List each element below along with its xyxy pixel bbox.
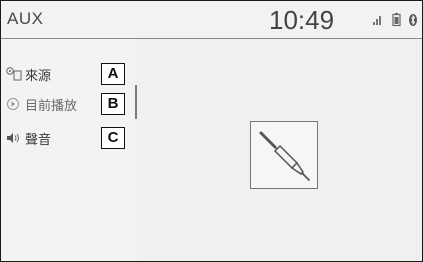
callout-label: B [101,93,125,115]
status-header: AUX 10:49 [1,1,422,39]
source-title: AUX [7,9,44,28]
menu-item-label: 來源 [25,69,52,84]
callout-label: A [101,63,125,85]
menu-item-label: 目前播放 [25,99,78,114]
speaker-icon [7,133,19,143]
menu-item-sound[interactable]: 聲音 C [1,125,137,153]
active-item-indicator [135,85,137,119]
menu-item-source[interactable]: 來源 A [1,61,137,89]
now-playing-area [138,39,422,261]
bluetooth-icon [409,14,417,26]
aux-art-tile [250,121,318,189]
now-playing-icon [7,98,19,110]
battery-icon [392,13,401,27]
menu-item-label: 聲音 [25,133,52,148]
callout-label: C [101,127,125,149]
signal-icon [373,16,381,25]
status-icons [373,13,417,27]
source-icon [6,67,22,81]
source-menu: 來源 A 目前播放 B 聲音 C [1,39,137,261]
clock: 10:49 [269,5,335,35]
head-unit-screen: AUX 10:49 來源 A 目前播放 B 聲音 C [0,0,423,262]
aux-cable-icon [259,131,310,181]
menu-item-now-playing[interactable]: 目前播放 B [1,91,137,119]
